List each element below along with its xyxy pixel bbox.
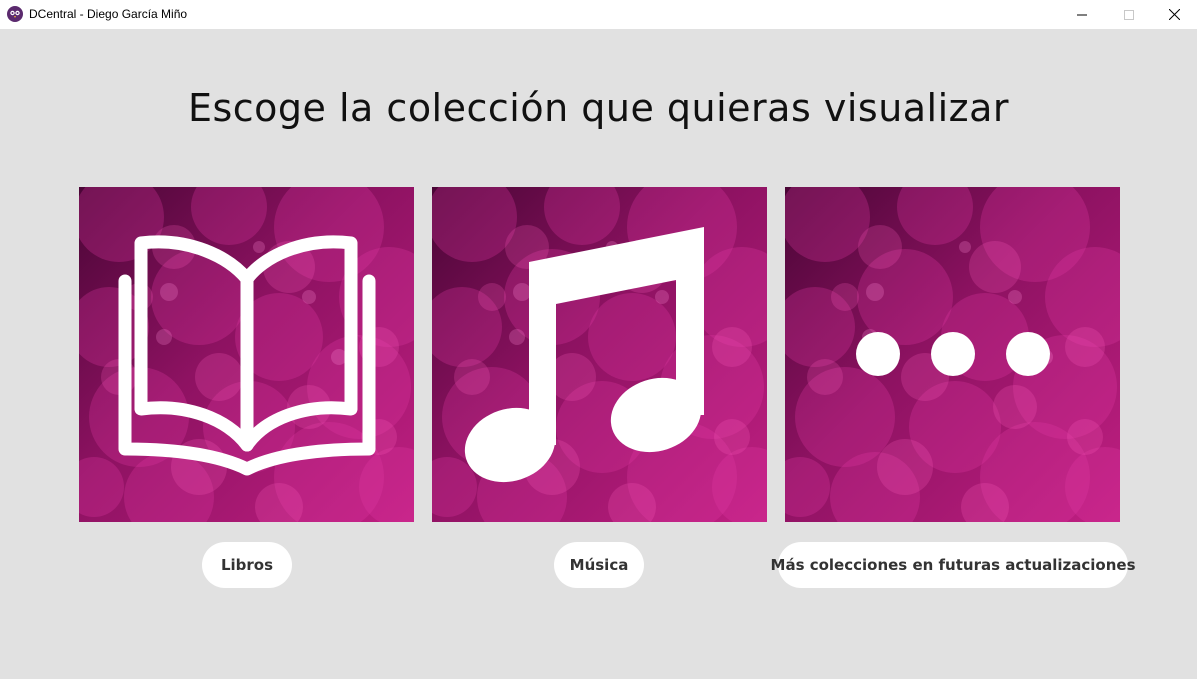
- libros-button[interactable]: Libros: [202, 542, 292, 588]
- window-titlebar: DCentral - Diego García Miño: [0, 0, 1197, 29]
- music-note-icon: [464, 227, 704, 483]
- close-button[interactable]: [1151, 0, 1197, 29]
- musica-button[interactable]: Música: [554, 542, 644, 588]
- book-open-icon: [118, 235, 376, 476]
- owl-icon: [7, 6, 23, 22]
- more-collections-button[interactable]: Más colecciones en futuras actualizacion…: [771, 542, 1136, 588]
- collection-tile-musica[interactable]: [432, 187, 767, 522]
- maximize-icon: [1124, 9, 1134, 20]
- close-icon: [1168, 9, 1180, 20]
- collection-tile-mas[interactable]: [785, 187, 1120, 522]
- page-title: Escoge la colección que quieras visualiz…: [187, 86, 1010, 130]
- minimize-button[interactable]: [1059, 0, 1105, 29]
- more-dots-icon: [856, 332, 1050, 376]
- maximize-button[interactable]: [1106, 0, 1152, 29]
- window-title: DCentral - Diego García Miño: [29, 7, 188, 21]
- minimize-icon: [1077, 14, 1087, 15]
- collection-tile-libros[interactable]: [79, 187, 414, 522]
